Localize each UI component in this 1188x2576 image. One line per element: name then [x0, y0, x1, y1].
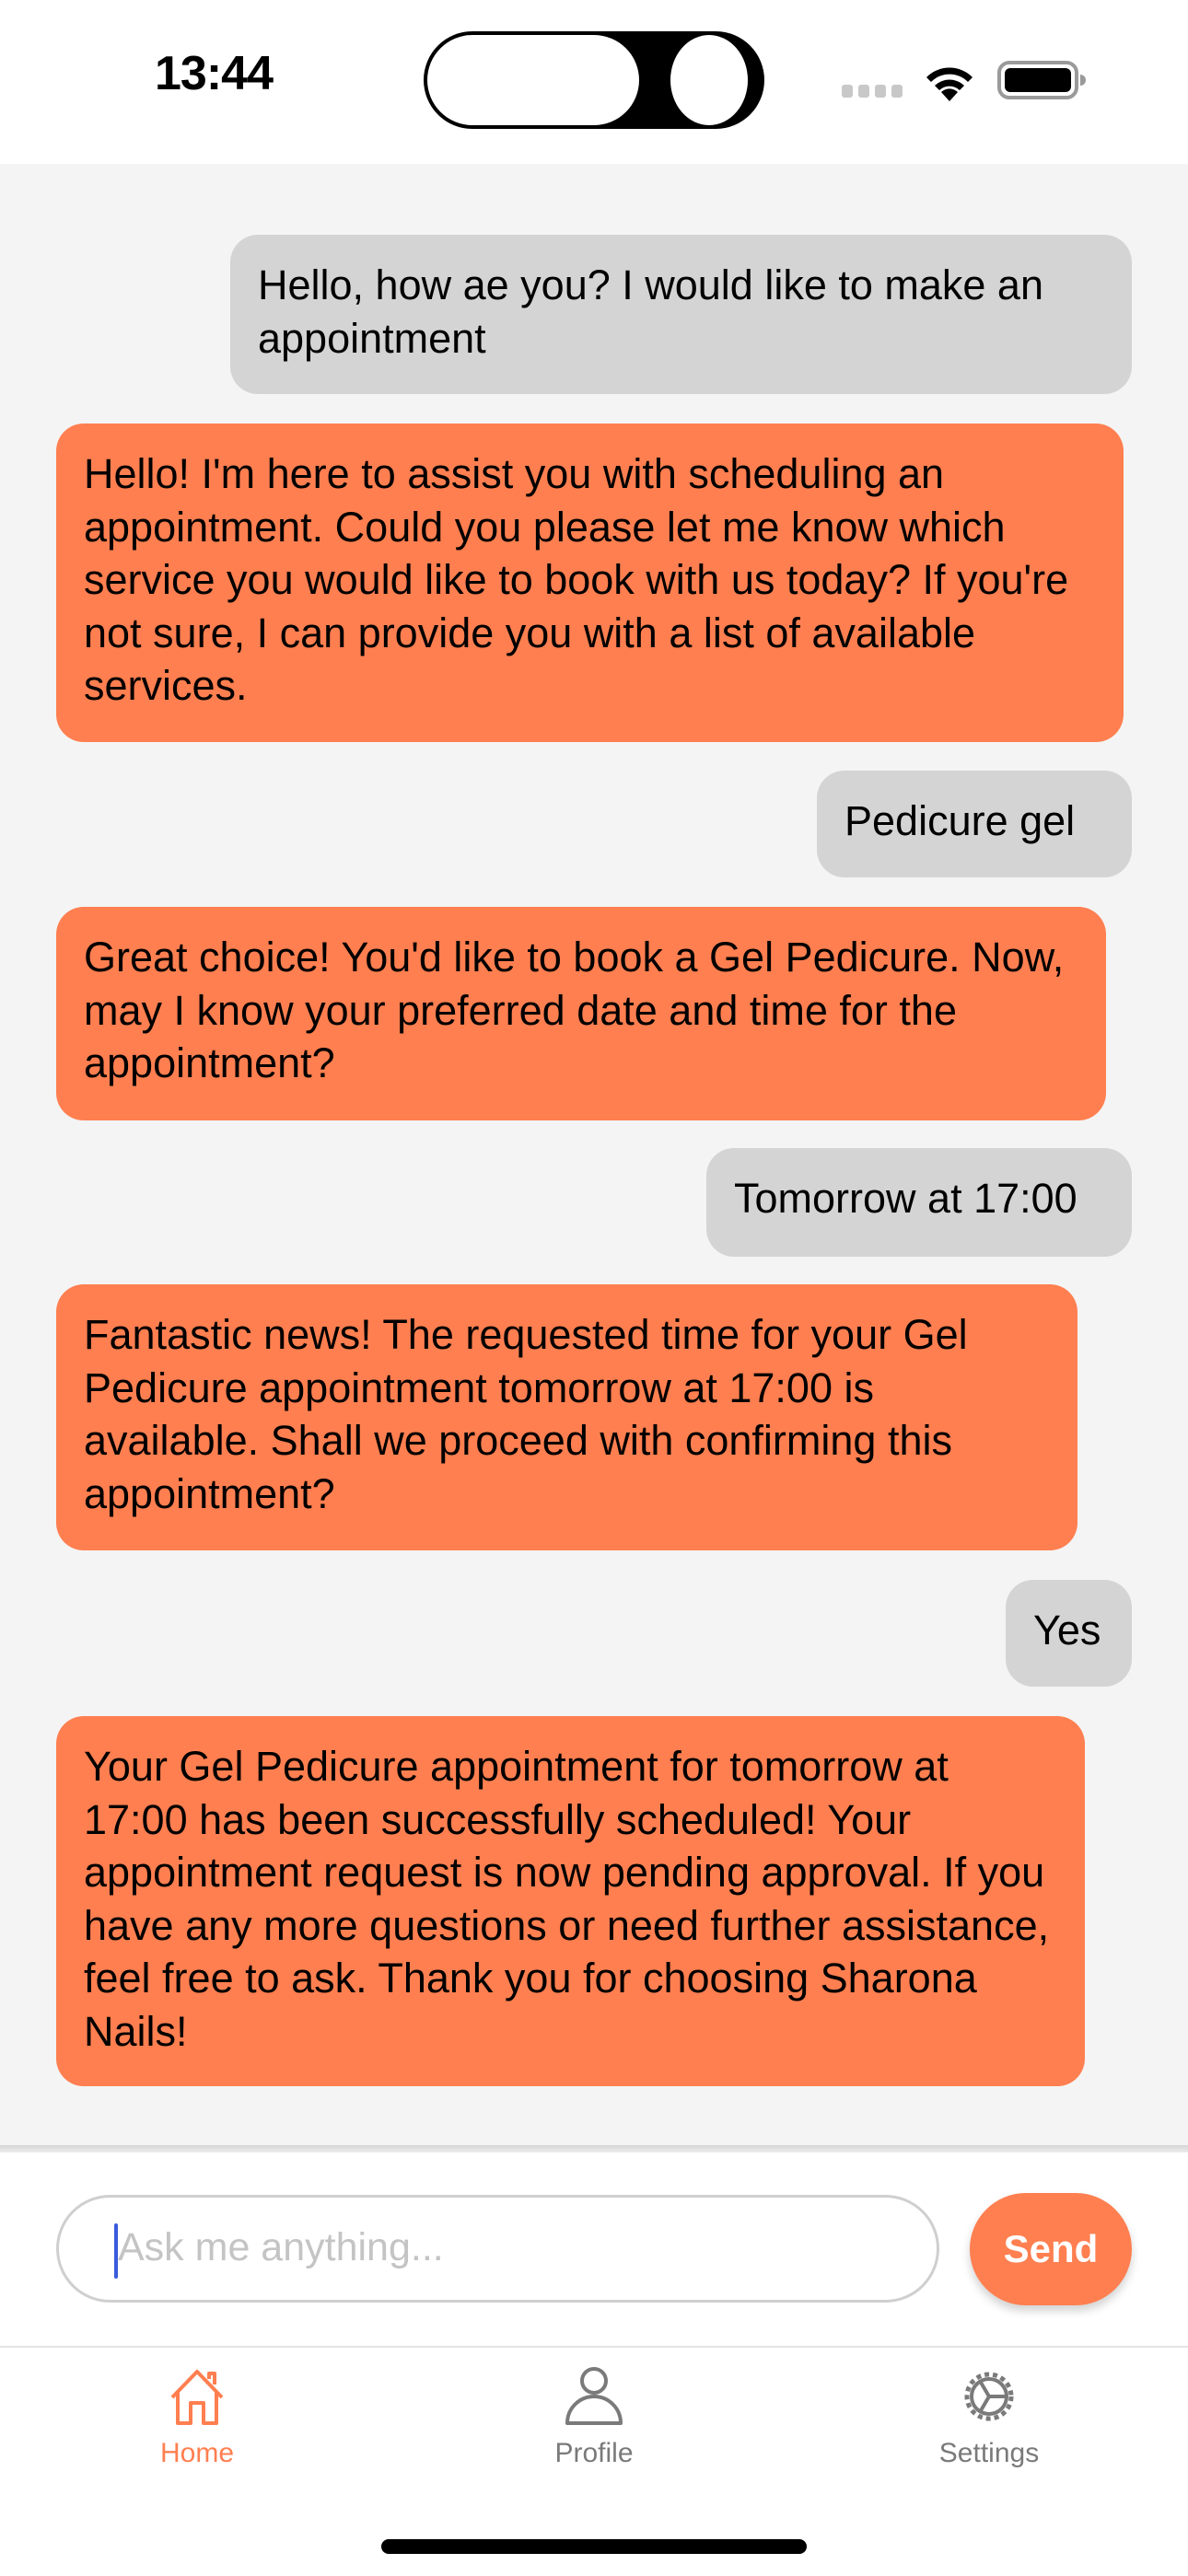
message-text: Yes [1033, 1607, 1101, 1654]
message-input-placeholder: Ask me anything... [118, 2225, 444, 2269]
home-icon [170, 2370, 224, 2425]
wifi-icon [926, 67, 973, 101]
user-message-bubble: Tomorrow at 17:00 [706, 1148, 1132, 1257]
tab-label: Profile [554, 2438, 634, 2468]
tab-label: Settings [938, 2438, 1040, 2468]
message-text: Your Gel Pedicure appointment for tomorr… [84, 1743, 1050, 2055]
message-composer: Ask me anything... Send [0, 2152, 1188, 2346]
profile-icon [565, 2367, 623, 2425]
status-time: 13:44 [155, 47, 274, 100]
bot-message-bubble: Great choice! You'd like to book a Gel P… [56, 907, 1106, 1120]
message-text: Fantastic news! The requested time for y… [84, 1311, 968, 1517]
message-text: Great choice! You'd like to book a Gel P… [84, 934, 1065, 1086]
user-message-bubble: Hello, how ae you? I would like to make … [230, 235, 1132, 394]
tab-label: Home [159, 2438, 235, 2468]
bot-message-bubble: Hello! I'm here to assist you with sched… [56, 424, 1124, 742]
message-text: Pedicure gel [844, 797, 1076, 844]
status-bar: 13:44 [0, 0, 1188, 164]
battery-icon [997, 61, 1086, 99]
signal-dots-icon [842, 85, 908, 102]
message-input[interactable]: Ask me anything... [56, 2195, 939, 2303]
home-indicator[interactable] [381, 2539, 807, 2554]
tab-settings[interactable]: Settings [888, 2364, 1090, 2469]
tab-profile[interactable]: Profile [493, 2364, 695, 2469]
tab-home[interactable]: Home [96, 2364, 298, 2469]
user-message-bubble: Yes [1006, 1580, 1132, 1687]
composer-divider [0, 2145, 1188, 2152]
send-button[interactable]: Send [970, 2193, 1132, 2305]
message-text: Tomorrow at 17:00 [734, 1175, 1077, 1222]
message-text: Hello! I'm here to assist you with sched… [84, 450, 1069, 709]
settings-icon [964, 2372, 1014, 2421]
dynamic-island-icon [424, 31, 764, 129]
bot-message-bubble: Fantastic news! The requested time for y… [56, 1284, 1077, 1550]
user-message-bubble: Pedicure gel [817, 771, 1132, 877]
bot-message-bubble: Your Gel Pedicure appointment for tomorr… [56, 1716, 1085, 2086]
message-text: Hello, how ae you? I would like to make … [258, 261, 1043, 362]
chat-message-list[interactable]: Hello, how ae you? I would like to make … [0, 164, 1188, 2149]
